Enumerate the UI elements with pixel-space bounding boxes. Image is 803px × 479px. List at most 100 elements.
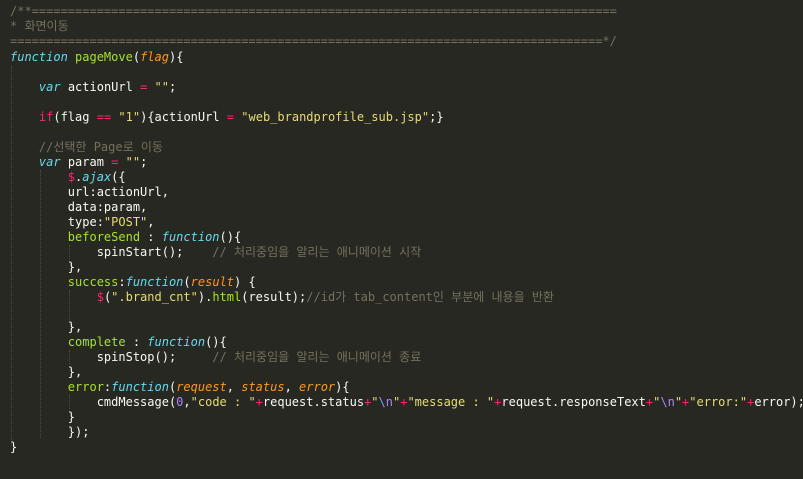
code-token: "POST" [103, 215, 148, 229]
code-token: spinStart(); [10, 245, 213, 259]
code-token: param [60, 155, 112, 169]
code-token: ========================================… [10, 34, 617, 48]
code-token: actionUrl [60, 80, 141, 94]
code-token: ( [183, 275, 191, 289]
code-token: } [10, 410, 76, 424]
code-token: var [38, 155, 61, 169]
code-token: , [183, 395, 191, 409]
code-token: }); [10, 425, 90, 439]
code-token: status [241, 380, 285, 394]
code-token: : [125, 335, 148, 349]
code-line: cmdMessage(0,"code : "+request.status+"\… [10, 395, 803, 410]
code-token: //id가 tab_content인 부분에 내용을 반환 [306, 290, 554, 304]
code-token: $ [67, 170, 76, 184]
code-token: ){actionUrl [140, 110, 227, 124]
code-token: ({ [111, 170, 126, 184]
code-token: error); [754, 395, 803, 409]
code-line: ========================================… [10, 34, 617, 49]
code-token: "code : " [190, 395, 256, 409]
code-token: " [674, 395, 683, 409]
code-token: (){ [205, 335, 227, 349]
code-token: : [140, 230, 162, 244]
code-line: data:param, [10, 200, 147, 215]
code-line: * 화면이동 [10, 19, 69, 34]
code-token: error [299, 380, 336, 394]
code-token: pageMove [75, 50, 133, 64]
code-line: /**=====================================… [10, 4, 617, 19]
code-token: "1" [118, 110, 141, 124]
code-token: "web_brandprofile_sub.jsp" [241, 110, 430, 124]
code-token: request.responseText [501, 395, 646, 409]
code-token: if [38, 110, 54, 124]
code-line: function pageMove(flag){ [10, 50, 183, 65]
code-token: result [190, 275, 234, 289]
code-line: }, [10, 320, 82, 335]
code-token: function [147, 335, 206, 349]
code-token: ){ [168, 50, 184, 64]
code-token: data:param, [10, 200, 148, 214]
code-token: , [284, 380, 300, 394]
code-line: spinStart(); // 처리중임을 알리는 애니메이션 시작 [10, 245, 422, 260]
code-token: } [10, 440, 18, 454]
code-token: "" [125, 155, 141, 169]
code-line: spinStop(); // 처리중임을 알리는 애니메이션 종료 [10, 350, 422, 365]
code-token: ). [197, 290, 213, 304]
code-line: if(flag == "1"){actionUrl = "web_brandpr… [10, 110, 444, 125]
code-token: == [96, 110, 112, 124]
code-token: (result); [241, 290, 307, 304]
code-token: ".brand_cnt" [111, 290, 198, 304]
code-line: //선택한 Page로 이동 [10, 140, 163, 155]
code-line: $.ajax({ [10, 170, 126, 185]
code-token: \n [660, 395, 675, 409]
code-token: " [371, 395, 379, 409]
code-token: $ [96, 290, 104, 304]
code-line: success:function(result) { [10, 275, 256, 290]
code-token: function [111, 380, 169, 394]
code-line: complete : function(){ [10, 335, 227, 350]
code-token: ; [140, 155, 148, 169]
code-token: ){ [335, 380, 350, 394]
code-line: }, [10, 260, 82, 275]
code-token: function [161, 230, 220, 244]
code-token: }, [10, 320, 83, 334]
code-line: }); [10, 425, 90, 440]
code-token: html [212, 290, 242, 304]
code-line: }, [10, 365, 82, 380]
code-token: "error:" [689, 395, 748, 409]
code-line: beforeSend : function(){ [10, 230, 241, 245]
code-token: /**=====================================… [10, 4, 617, 18]
code-token: }, [10, 365, 83, 379]
code-token: = [226, 110, 235, 124]
code-token: , [226, 380, 242, 394]
code-line: } [10, 440, 17, 455]
code-token: ; [169, 80, 177, 94]
code-line: error:function(request, status, error){ [10, 380, 350, 395]
code-token: //선택한 Page로 이동 [38, 140, 163, 154]
code-line: var actionUrl = ""; [10, 80, 176, 95]
code-token: var [38, 80, 61, 94]
code-token: // 처리중임을 알리는 애니메이션 시작 [212, 245, 422, 259]
code-token: // 처리중임을 알리는 애니메이션 종료 [212, 350, 422, 364]
code-editor[interactable]: /**=====================================… [0, 0, 803, 479]
code-token: ajax [82, 170, 112, 184]
code-token: url:actionUrl, [10, 185, 169, 199]
code-token: error [67, 380, 104, 394]
code-token: request.status [262, 395, 365, 409]
code-token: ;} [429, 110, 444, 124]
code-token: type: [10, 215, 104, 229]
code-token: (flag [53, 110, 97, 124]
code-token: , [147, 215, 155, 229]
code-line: type:"POST", [10, 215, 155, 230]
code-token: "" [154, 80, 169, 94]
